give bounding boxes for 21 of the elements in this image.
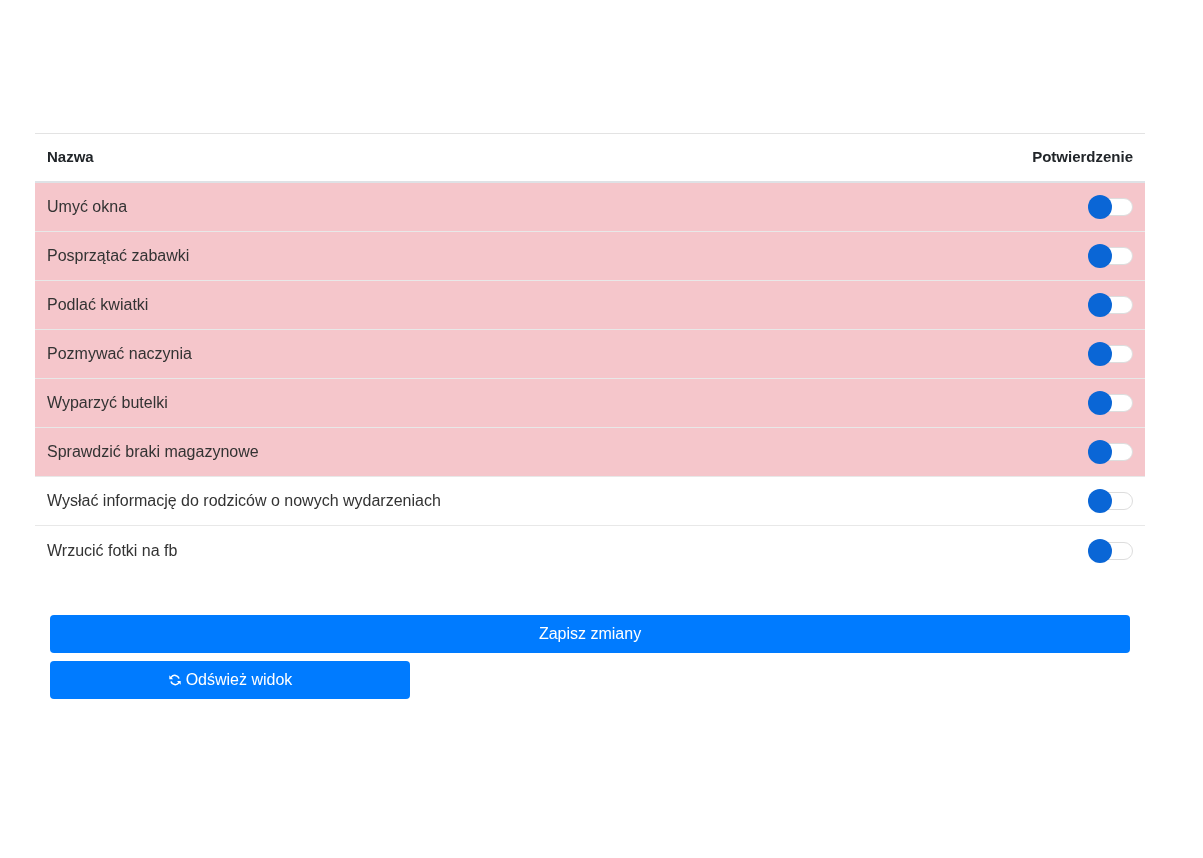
- toggle-switch[interactable]: [1089, 394, 1133, 412]
- task-name: Wysłać informację do rodziców o nowych wydarzeniach: [47, 491, 441, 511]
- task-name: Podlać kwiatki: [47, 295, 149, 315]
- task-name: Wrzucić fotki na fb: [47, 540, 178, 561]
- toggle-switch[interactable]: [1089, 492, 1133, 510]
- toggle-switch[interactable]: [1089, 541, 1133, 560]
- task-name: Posprzątać zabawki: [47, 246, 190, 266]
- toggle-switch[interactable]: [1089, 198, 1133, 216]
- column-header: Nazwa: [47, 147, 94, 168]
- task-name: Umyć okna: [47, 197, 128, 217]
- toggle-switch[interactable]: [1089, 247, 1133, 265]
- save-button[interactable]: Zapisz zmiany: [50, 615, 1130, 653]
- toggle-switch[interactable]: [1089, 296, 1133, 314]
- refresh-button[interactable]: Odśwież widok: [50, 661, 410, 699]
- toggle-switch[interactable]: [1089, 443, 1133, 461]
- task-name: Wyparzyć butelki: [47, 393, 168, 413]
- toggle-switch[interactable]: [1089, 345, 1133, 363]
- refresh-icon: [167, 673, 182, 687]
- task-name: Sprawdzić braki magazynowe: [47, 442, 259, 462]
- task-name: Pozmywać naczynia: [47, 344, 192, 364]
- column-header: Potwierdzenie: [1032, 147, 1133, 168]
